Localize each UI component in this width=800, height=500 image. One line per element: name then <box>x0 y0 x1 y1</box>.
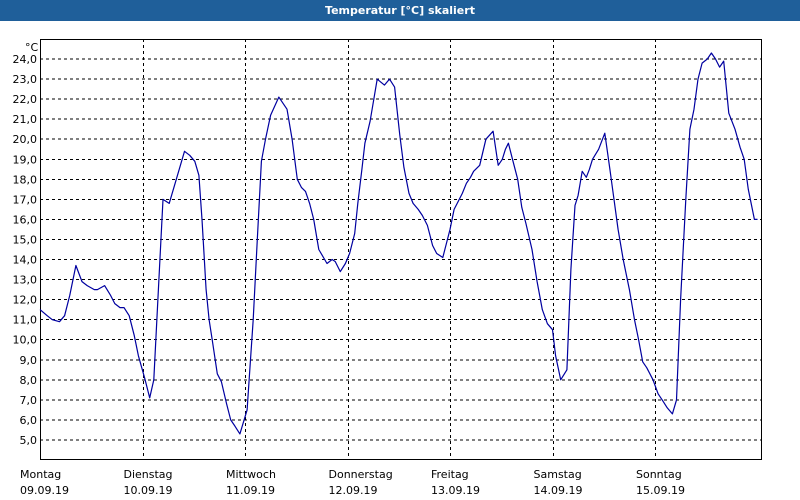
temperature-series-line <box>39 52 758 435</box>
y-tick-label: 13,0 <box>13 274 38 287</box>
y-tick-label: 24,0 <box>13 53 38 66</box>
x-date-label: 10.09.19 <box>124 484 173 497</box>
y-tick-label: 16,0 <box>13 213 38 226</box>
x-date-label: 11.09.19 <box>226 484 275 497</box>
x-date-label: 13.09.19 <box>431 484 480 497</box>
y-axis-unit-label: °C <box>25 41 39 54</box>
y-tick-label: 22,0 <box>13 93 38 106</box>
y-tick-label: 12,0 <box>13 294 38 307</box>
y-tick-label: 6,0 <box>20 414 38 427</box>
x-day-label: Dienstag <box>124 468 173 481</box>
y-tick-label: 17,0 <box>13 193 38 206</box>
y-tick-label: 10,0 <box>13 334 38 347</box>
y-tick-label: 8,0 <box>20 374 38 387</box>
x-date-label: 14.09.19 <box>534 484 583 497</box>
x-date-label: 15.09.19 <box>636 484 685 497</box>
y-tick-label: 9,0 <box>20 354 38 367</box>
y-tick-label: 20,0 <box>13 133 38 146</box>
temperature-chart: 5,0 6,0 7,0 8,0 9,0 10,0 11,0 12,0 13,0 14,0 15,0 1… <box>13 39 762 497</box>
y-tick-label: 7,0 <box>20 394 38 407</box>
x-day-label: Donnerstag <box>329 468 393 481</box>
y-tick-label: 5,0 <box>20 434 38 447</box>
x-day-label: Montag <box>20 468 61 481</box>
x-day-label: Freitag <box>431 468 469 481</box>
y-tick-label: 21,0 <box>13 113 38 126</box>
x-date-label: 12.09.19 <box>329 484 378 497</box>
y-tick-label: 15,0 <box>13 233 38 246</box>
x-day-label: Samstag <box>534 468 582 481</box>
x-date-label: 09.09.19 <box>20 484 69 497</box>
y-tick-label: 23,0 <box>13 73 38 86</box>
x-day-label: Mittwoch <box>226 468 276 481</box>
y-tick-label: 14,0 <box>13 254 38 267</box>
x-day-label: Sonntag <box>636 468 682 481</box>
y-tick-label: 18,0 <box>13 173 38 186</box>
y-tick-label: 11,0 <box>13 314 38 327</box>
y-tick-label: 19,0 <box>13 153 38 166</box>
plot-frame <box>40 39 762 460</box>
